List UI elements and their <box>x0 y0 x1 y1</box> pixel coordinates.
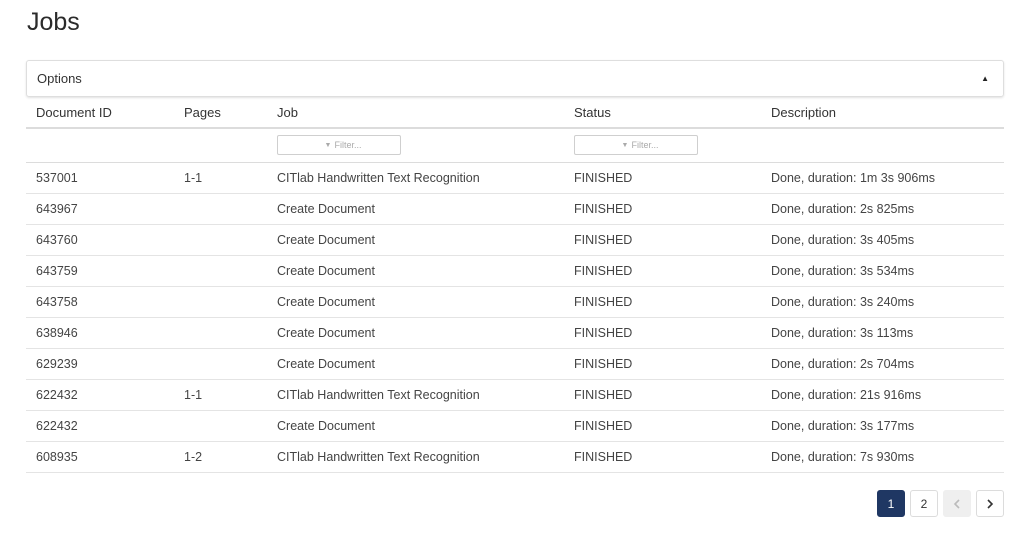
chevron-right-icon <box>987 498 994 509</box>
cell-document-id: 622432 <box>26 410 174 442</box>
header-job[interactable]: Job <box>267 97 564 129</box>
cell-description: Done, duration: 3s 177ms <box>761 410 1004 442</box>
table-row[interactable]: 643758 Create Document FINISHED Done, durat… <box>26 286 1004 318</box>
cell-status: FINISHED <box>564 441 761 473</box>
table-row[interactable]: 629239 Create Document FINISHED Done, durat… <box>26 348 1004 380</box>
table-row[interactable]: 537001 1-1 CITlab Handwritten Text Recogni… <box>26 162 1004 194</box>
cell-job: Create Document <box>267 410 564 442</box>
cell-status: FINISHED <box>564 348 761 380</box>
cell-job: CITlab Handwritten Text Recognition <box>267 441 564 473</box>
page-button-1[interactable]: 1 <box>877 490 905 517</box>
table-header-row: Document ID Pages Job Status Description <box>26 97 1004 129</box>
jobs-table: Document ID Pages Job Status Description… <box>26 97 1004 473</box>
cell-document-id: 537001 <box>26 162 174 194</box>
pagination: 1 2 <box>877 490 1004 517</box>
cell-pages <box>174 224 267 256</box>
filter-icon: ▼ <box>324 141 332 149</box>
next-page-button[interactable] <box>976 490 1004 517</box>
header-document-id[interactable]: Document ID <box>26 97 174 129</box>
cell-description: Done, duration: 3s 113ms <box>761 317 1004 349</box>
page-button-2[interactable]: 2 <box>910 490 938 517</box>
cell-status: FINISHED <box>564 286 761 318</box>
table-row[interactable]: 643760 Create Document FINISHED Done, durat… <box>26 224 1004 256</box>
table-row[interactable]: 622432 Create Document FINISHED Done, durat… <box>26 410 1004 442</box>
cell-document-id: 638946 <box>26 317 174 349</box>
status-filter-input[interactable]: ▼ Filter... <box>574 135 698 156</box>
cell-pages <box>174 193 267 225</box>
cell-job: Create Document <box>267 317 564 349</box>
table-row[interactable]: 608935 1-2 CITlab Handwritten Text Recogni… <box>26 441 1004 473</box>
cell-description: Done, duration: 21s 916ms <box>761 379 1004 411</box>
cell-description: Done, duration: 3s 534ms <box>761 255 1004 287</box>
cell-pages <box>174 255 267 287</box>
cell-job: Create Document <box>267 348 564 380</box>
cell-pages <box>174 348 267 380</box>
cell-document-id: 643758 <box>26 286 174 318</box>
cell-document-id: 629239 <box>26 348 174 380</box>
cell-document-id: 643967 <box>26 193 174 225</box>
header-status[interactable]: Status <box>564 97 761 129</box>
chevron-left-icon <box>953 498 960 509</box>
cell-description: Done, duration: 3s 405ms <box>761 224 1004 256</box>
cell-status: FINISHED <box>564 162 761 194</box>
filter-row: ▼ Filter... ▼ Filter... <box>26 128 1004 163</box>
job-filter-placeholder: Filter... <box>334 140 362 151</box>
cell-description: Done, duration: 1m 3s 906ms <box>761 162 1004 194</box>
table-row[interactable]: 643967 Create Document FINISHED Done, durat… <box>26 193 1004 225</box>
cell-job: CITlab Handwritten Text Recognition <box>267 162 564 194</box>
cell-pages <box>174 286 267 318</box>
cell-description: Done, duration: 2s 825ms <box>761 193 1004 225</box>
cell-status: FINISHED <box>564 193 761 225</box>
cell-status: FINISHED <box>564 379 761 411</box>
options-panel-header[interactable]: Options ▲ <box>26 60 1004 97</box>
cell-job: Create Document <box>267 193 564 225</box>
table-row[interactable]: 643759 Create Document FINISHED Done, durat… <box>26 255 1004 287</box>
cell-description: Done, duration: 2s 704ms <box>761 348 1004 380</box>
cell-document-id: 643760 <box>26 224 174 256</box>
job-filter-input[interactable]: ▼ Filter... <box>277 135 401 156</box>
page-title: Jobs <box>27 8 80 36</box>
cell-status: FINISHED <box>564 255 761 287</box>
cell-pages: 1-1 <box>174 162 267 194</box>
table-row[interactable]: 622432 1-1 CITlab Handwritten Text Recogni… <box>26 379 1004 411</box>
prev-page-button[interactable] <box>943 490 971 517</box>
cell-pages <box>174 317 267 349</box>
options-label: Options <box>37 71 82 86</box>
cell-job: Create Document <box>267 286 564 318</box>
caret-up-icon[interactable]: ▲ <box>981 74 989 83</box>
header-pages[interactable]: Pages <box>174 97 267 129</box>
cell-description: Done, duration: 7s 930ms <box>761 441 1004 473</box>
cell-status: FINISHED <box>564 224 761 256</box>
table-row[interactable]: 638946 Create Document FINISHED Done, durat… <box>26 317 1004 349</box>
cell-document-id: 608935 <box>26 441 174 473</box>
filter-icon: ▼ <box>621 141 629 149</box>
status-filter-placeholder: Filter... <box>631 140 659 151</box>
cell-status: FINISHED <box>564 410 761 442</box>
cell-job: CITlab Handwritten Text Recognition <box>267 379 564 411</box>
cell-document-id: 643759 <box>26 255 174 287</box>
cell-document-id: 622432 <box>26 379 174 411</box>
cell-status: FINISHED <box>564 317 761 349</box>
cell-job: Create Document <box>267 255 564 287</box>
cell-pages <box>174 410 267 442</box>
cell-pages: 1-2 <box>174 441 267 473</box>
cell-pages: 1-1 <box>174 379 267 411</box>
cell-job: Create Document <box>267 224 564 256</box>
header-description[interactable]: Description <box>761 97 1004 129</box>
cell-description: Done, duration: 3s 240ms <box>761 286 1004 318</box>
